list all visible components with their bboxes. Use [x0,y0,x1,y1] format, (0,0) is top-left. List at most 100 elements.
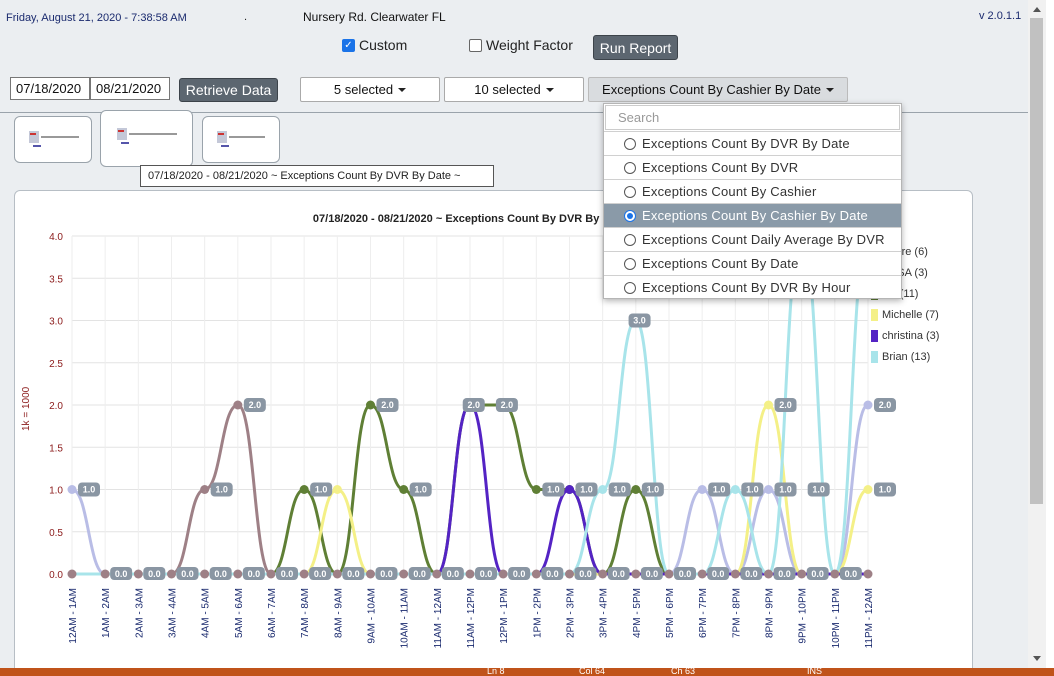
data-point [598,485,608,494]
data-point [830,569,840,579]
zero-label: 0.0 [745,569,758,579]
report-thumbnail-3[interactable] [202,116,280,163]
report-type-dropdown[interactable]: Exceptions Count By Cashier By Date [588,77,848,102]
data-point [863,400,873,410]
point-label: 1.0 [83,485,96,495]
radio-icon[interactable] [624,233,636,246]
zero-label: 0.0 [281,569,294,579]
data-point [764,400,773,410]
menu-item-label: Exceptions Count By DVR By Date [642,136,850,151]
menu-item-7[interactable]: Exceptions Count By DVR By Hour [604,275,901,299]
menu-item-label: Exceptions Count By Cashier By Date [642,208,868,223]
radio-icon[interactable] [624,281,636,294]
data-point [299,485,309,494]
radio-icon[interactable] [624,209,636,222]
vertical-scrollbar[interactable] [1028,0,1046,668]
y-tick-label: 2.5 [49,359,63,370]
x-tick-label: 6PM - 7PM [698,588,709,638]
dvr-select-label: 5 selected [333,82,394,97]
y-tick-label: 2.0 [49,401,63,412]
legend-label: Michelle (7) [882,308,939,321]
data-point [332,485,342,494]
dvr-select-dropdown[interactable]: 5 selected [300,77,440,102]
report-thumbnail-2[interactable] [100,110,193,167]
radio-icon[interactable] [624,161,636,174]
x-tick-label: 3AM - 4AM [168,588,179,638]
menu-item-label: Exceptions Count By DVR By Hour [642,280,851,295]
custom-checkbox[interactable]: ✓ Custom [342,37,407,53]
weight-factor-checkbox[interactable]: Weight Factor [469,37,573,53]
point-label: 1.0 [215,485,228,495]
point-label: 1.0 [713,485,726,495]
menu-item-2[interactable]: Exceptions Count By DVR [604,155,901,179]
point-label: 1.0 [746,485,759,495]
legend-item[interactable]: Michelle (7) [871,304,939,325]
menu-item-label: Exceptions Count By DVR [642,160,799,175]
scroll-down-icon[interactable] [1033,656,1041,661]
menu-item-5[interactable]: Exceptions Count Daily Average By DVR [604,227,901,251]
x-tick-label: 4AM - 5AM [201,588,212,638]
data-point [133,569,143,579]
data-point [631,569,641,579]
zero-label: 0.0 [447,569,460,579]
scroll-up-icon[interactable] [1033,7,1041,12]
data-point [697,485,707,494]
x-tick-label: 4PM - 5PM [632,588,643,638]
run-report-button[interactable]: Run Report [593,35,678,60]
x-tick-label: 8AM - 9AM [333,588,344,638]
x-tick-label: 1PM - 2PM [532,588,543,638]
zero-label: 0.0 [148,569,161,579]
menu-item-3[interactable]: Exceptions Count By Cashier [604,179,901,203]
legend-item[interactable]: Brian (13) [871,346,939,367]
x-tick-label: 11AM - 12AM [433,588,444,648]
chart-thumbnail-icon [217,131,265,147]
y-tick-label: 1.5 [49,443,63,454]
menu-search-input[interactable]: Search [605,105,900,130]
x-tick-label: 2PM - 3PM [566,588,577,638]
scrollbar-thumb[interactable] [1030,18,1043,504]
y-tick-label: 3.0 [49,317,63,328]
report-type-menu: Search Exceptions Count By DVR By Date Ex… [603,103,902,299]
checkmark-icon[interactable]: ✓ [342,38,355,52]
start-date-input[interactable]: 07/18/2020 [10,77,90,100]
legend-item[interactable]: christina (3) [871,325,939,346]
data-point [233,569,243,579]
point-label: 1.0 [647,485,660,495]
menu-item-1[interactable]: Exceptions Count By DVR By Date [604,131,901,155]
custom-label: Custom [359,37,408,53]
radio-icon[interactable] [624,185,636,198]
datetime-label: Friday, August 21, 2020 - 7:38:58 AM [6,12,187,24]
menu-item-4[interactable]: Exceptions Count By Cashier By Date [604,203,901,227]
data-point [565,569,574,579]
y-tick-label: 0.5 [49,528,63,539]
column-indicator: Col 64 [579,666,606,676]
radio-icon[interactable] [624,257,636,270]
cashier-select-dropdown[interactable]: 10 selected [444,77,584,102]
data-point [366,400,375,410]
data-point [200,485,210,494]
x-tick-label: 3PM - 4PM [599,588,610,638]
cashier-select-label: 10 selected [474,82,541,97]
zero-label: 0.0 [712,569,725,579]
data-point [565,485,574,494]
zero-label: 0.0 [480,569,493,579]
end-date-input[interactable]: 08/21/2020 [90,77,170,100]
checkbox-empty-icon[interactable] [469,38,482,52]
x-tick-label: 5PM - 6PM [665,588,676,638]
radio-icon[interactable] [624,137,636,150]
data-point [67,485,77,494]
x-tick-label: 8PM - 9PM [765,588,776,638]
data-point [498,569,508,579]
legend-swatch [871,350,878,363]
data-point [730,485,740,494]
y-tick-label: 4.0 [49,232,63,243]
x-tick-label: 7PM - 8PM [731,588,742,638]
data-point [697,569,707,579]
y-tick-label: 1.0 [49,486,63,497]
x-tick-label: 11PM - 12AM [864,588,875,648]
point-label: 2.0 [501,400,514,410]
zero-label: 0.0 [248,569,261,579]
menu-item-6[interactable]: Exceptions Count By Date [604,251,901,275]
report-thumbnail-1[interactable] [14,116,92,163]
retrieve-data-button[interactable]: Retrieve Data [179,78,278,102]
